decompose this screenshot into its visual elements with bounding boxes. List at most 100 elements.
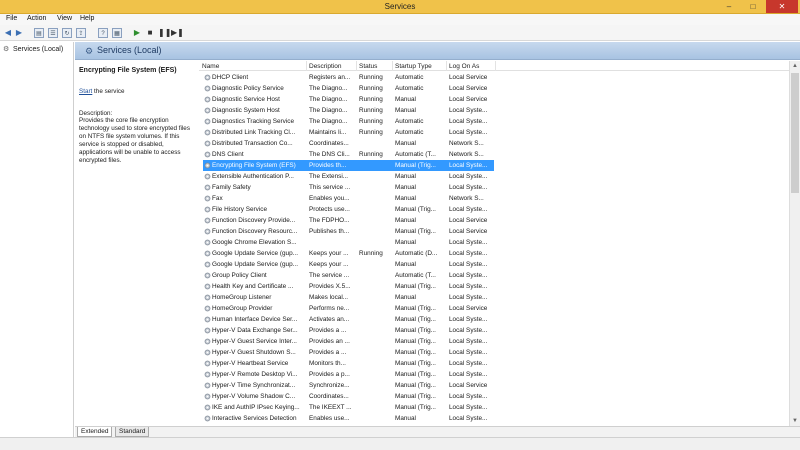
tab-extended[interactable]: Extended: [77, 427, 113, 437]
selected-service-name: Encrypting File System (EFS): [79, 67, 177, 74]
table-row[interactable]: Human Interface Device Ser... Activates a…: [199, 314, 800, 325]
column-status[interactable]: Status: [359, 63, 377, 70]
close-button[interactable]: ✕: [766, 0, 798, 13]
table-row[interactable]: Google Update Service (gup... Keeps your …: [199, 259, 800, 270]
properties-icon[interactable]: ▦: [112, 28, 122, 38]
cell-startup-type: Automatic: [395, 85, 424, 92]
menu-view[interactable]: View: [57, 15, 72, 22]
stop-icon[interactable]: ■: [145, 28, 155, 38]
table-row[interactable]: Google Chrome Elevation S... Manual Local …: [199, 237, 800, 248]
start-service-link[interactable]: Start: [79, 88, 92, 95]
column-startup-type[interactable]: Startup Type: [395, 63, 432, 70]
pause-icon[interactable]: ❚❚: [158, 28, 171, 38]
rows-container: DHCP Client Registers an... Running Automat…: [199, 72, 800, 426]
table-row[interactable]: File History Service Protects use... Manua…: [199, 204, 800, 215]
tab-standard[interactable]: Standard: [115, 427, 150, 437]
table-row[interactable]: Interactive Services Detection Enables us…: [199, 413, 800, 424]
forward-icon[interactable]: ▶: [14, 28, 24, 38]
cell-startup-type: Manual (Trig...: [395, 371, 436, 378]
cell-startup-type: Manual: [395, 184, 416, 191]
column-separator[interactable]: [306, 61, 307, 71]
menu-file[interactable]: File: [6, 15, 17, 22]
column-separator[interactable]: [495, 61, 496, 71]
vertical-scrollbar[interactable]: ▲ ▼: [789, 61, 800, 426]
table-row[interactable]: Hyper-V Data Exchange Ser... Provides a .…: [199, 325, 800, 336]
table-row[interactable]: DHCP Client Registers an... Running Automat…: [199, 72, 800, 83]
cell-name: HomeGroup Provider: [212, 305, 273, 312]
back-icon[interactable]: ◀: [3, 28, 13, 38]
cell-startup-type: Manual (Trig...: [395, 162, 436, 169]
title-bar[interactable]: Services – □ ✕: [0, 0, 800, 14]
maximize-button[interactable]: □: [742, 0, 764, 13]
cell-description: Publishes th...: [309, 228, 350, 235]
gear-icon: [204, 74, 211, 81]
console-icon[interactable]: ▤: [34, 28, 44, 38]
table-row[interactable]: Diagnostic System Host The Diagno... Runni…: [199, 105, 800, 116]
column-header-row: Name Description Status Startup Type Log…: [199, 61, 800, 71]
cell-name: Function Discovery Resourc...: [212, 228, 298, 235]
table-row[interactable]: DNS Client The DNS Cli... Running Automatic…: [199, 149, 800, 160]
refresh-icon[interactable]: ↻: [62, 28, 72, 38]
cell-log-on-as: Local Service: [449, 305, 488, 312]
table-row[interactable]: Google Update Service (gup... Keeps your …: [199, 248, 800, 259]
column-name[interactable]: Name: [202, 63, 219, 70]
column-separator[interactable]: [356, 61, 357, 71]
table-row[interactable]: Function Discovery Provide... The FDPHO..…: [199, 215, 800, 226]
table-row[interactable]: IKE and AuthIP IPsec Keying... The IKEEXT…: [199, 402, 800, 413]
list-icon[interactable]: ☰: [48, 28, 58, 38]
cell-description: Performs ne...: [309, 305, 350, 312]
scroll-up-icon[interactable]: ▲: [790, 61, 800, 71]
cell-description: Enables use...: [309, 415, 350, 422]
table-row[interactable]: Hyper-V Heartbeat Service Monitors th... M…: [199, 358, 800, 369]
cell-startup-type: Manual: [395, 96, 416, 103]
table-row[interactable]: Health Key and Certificate ... Provides X…: [199, 281, 800, 292]
cell-log-on-as: Local Syste...: [449, 283, 488, 290]
table-row[interactable]: Distributed Link Tracking Cl... Maintains…: [199, 127, 800, 138]
table-row[interactable]: Hyper-V Time Synchronizat... Synchronize.…: [199, 380, 800, 391]
cell-name: Distributed Link Tracking Cl...: [212, 129, 296, 136]
column-separator[interactable]: [446, 61, 447, 71]
table-row[interactable]: Hyper-V Remote Desktop Vi... Provides a p…: [199, 369, 800, 380]
cell-name: HomeGroup Listener: [212, 294, 272, 301]
cell-log-on-as: Local Syste...: [449, 294, 488, 301]
cell-log-on-as: Network S...: [449, 140, 484, 147]
table-row[interactable]: Group Policy Client The service ... Automa…: [199, 270, 800, 281]
cell-log-on-as: Local Syste...: [449, 184, 488, 191]
cell-status: Running: [359, 85, 383, 92]
cell-log-on-as: Local Syste...: [449, 118, 488, 125]
table-row[interactable]: HomeGroup Listener Makes local... Manual Lo…: [199, 292, 800, 303]
play-icon[interactable]: ▶: [132, 28, 142, 38]
column-separator[interactable]: [392, 61, 393, 71]
table-row[interactable]: Extensible Authentication P... The Extens…: [199, 171, 800, 182]
table-row[interactable]: Family Safety This service ... Manual Local…: [199, 182, 800, 193]
table-row[interactable]: Diagnostics Tracking Service The Diagno..…: [199, 116, 800, 127]
table-row[interactable]: HomeGroup Provider Performs ne... Manual (…: [199, 303, 800, 314]
gear-icon: [204, 173, 211, 180]
table-row[interactable]: Hyper-V Guest Shutdown S... Provides a ..…: [199, 347, 800, 358]
table-row[interactable]: Encrypting File System (EFS) Provides th.…: [199, 160, 800, 171]
help-icon[interactable]: ?: [98, 28, 108, 38]
cell-log-on-as: Local Syste...: [449, 239, 488, 246]
table-row[interactable]: Hyper-V Volume Shadow C... Coordinates...…: [199, 391, 800, 402]
table-row[interactable]: Hyper-V Guest Service Inter... Provides a…: [199, 336, 800, 347]
scrollbar-thumb[interactable]: [791, 73, 799, 193]
table-row[interactable]: Fax Enables you... Manual Network S...: [199, 193, 800, 204]
menu-action[interactable]: Action: [27, 15, 46, 22]
table-row[interactable]: Diagnostic Service Host The Diagno... Runn…: [199, 94, 800, 105]
table-row[interactable]: Function Discovery Resourc... Publishes t…: [199, 226, 800, 237]
table-row[interactable]: Distributed Transaction Co... Coordinates…: [199, 138, 800, 149]
status-bar: [0, 437, 800, 450]
menu-help[interactable]: Help: [80, 15, 94, 22]
restart-icon[interactable]: ▶❚: [171, 28, 184, 38]
minimize-button[interactable]: –: [718, 0, 740, 13]
scroll-down-icon[interactable]: ▼: [790, 416, 800, 426]
tree-node-services-local[interactable]: ⚙ Services (Local): [3, 45, 63, 53]
table-row[interactable]: Diagnostic Policy Service The Diagno... Ru…: [199, 83, 800, 94]
cell-log-on-as: Local Syste...: [449, 261, 488, 268]
cell-name: Google Chrome Elevation S...: [212, 239, 297, 246]
export-icon[interactable]: ⇪: [76, 28, 86, 38]
column-description[interactable]: Description: [309, 63, 342, 70]
cell-name: Diagnostic Policy Service: [212, 85, 284, 92]
column-log-on-as[interactable]: Log On As: [449, 63, 479, 70]
cell-name: Hyper-V Heartbeat Service: [212, 360, 289, 367]
